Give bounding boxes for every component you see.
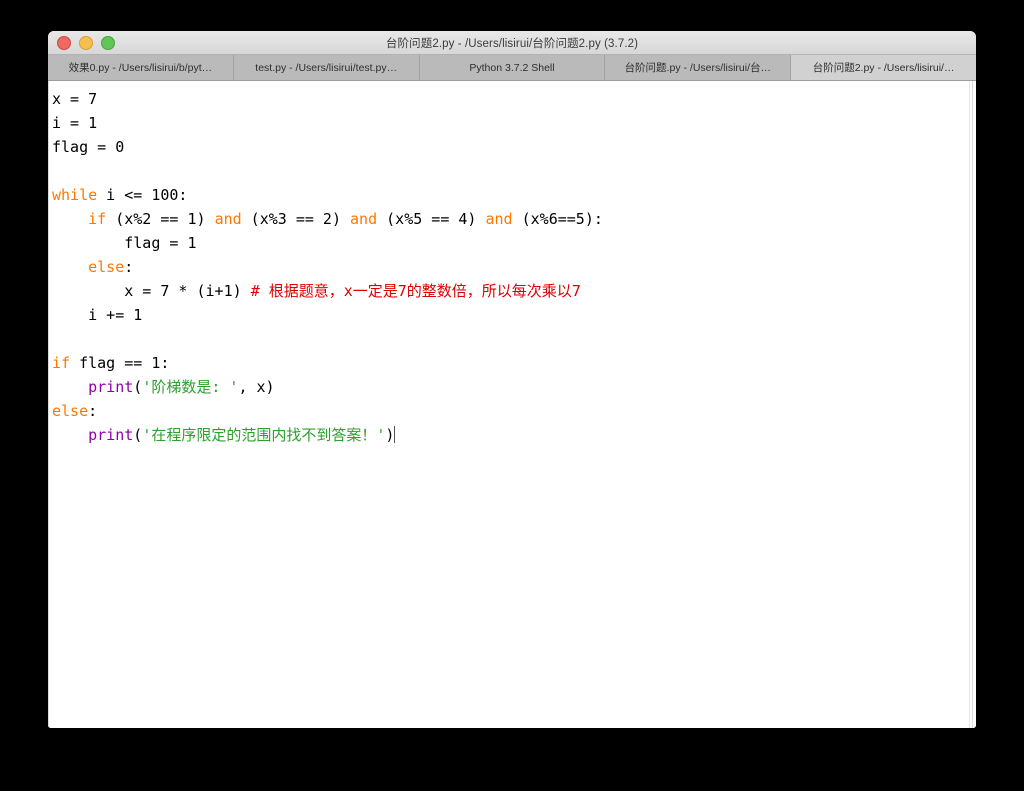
code-line: print('在程序限定的范围内找不到答案！') — [52, 423, 969, 447]
editor-tab-bar: 效果0.py - /Users/lisirui/b/pyt… test.py -… — [48, 55, 976, 81]
code-token-kw: and — [485, 210, 513, 228]
tab-effect0-py[interactable]: 效果0.py - /Users/lisirui/b/pyt… — [48, 55, 234, 80]
code-line: print('阶梯数是: ', x) — [52, 375, 969, 399]
code-line: i = 1 — [52, 111, 969, 135]
tab-label: Python 3.7.2 Shell — [469, 61, 555, 74]
editor-area[interactable]: x = 7i = 1 flag = 0 while i <= 100: if (x… — [48, 81, 976, 728]
code-token-plain: (x%6==5): — [512, 210, 603, 228]
code-token-plain: flag = 0 — [52, 138, 125, 156]
code-token-kw: else — [52, 402, 89, 420]
editor-scrollbar[interactable] — [969, 81, 976, 728]
code-line: flag = 1 — [52, 231, 969, 255]
text-cursor — [394, 426, 396, 443]
window-titlebar[interactable]: 台阶问题2.py - /Users/lisirui/台阶问题2.py (3.7.… — [48, 31, 976, 55]
maximize-button-icon[interactable] — [101, 35, 115, 50]
code-token-plain: ) — [385, 426, 395, 444]
code-token-kw: if — [52, 354, 71, 372]
code-token-cmt: # 根据题意，x一定是7的整数倍，所以每次乘以7 — [250, 282, 581, 300]
tab-label: 台阶问题2.py - /Users/lisirui/… — [812, 62, 955, 74]
close-button-icon[interactable] — [57, 35, 71, 50]
code-token-bi: print — [88, 378, 134, 396]
code-token-plain: flag == 1: — [70, 354, 170, 372]
window-title: 台阶问题2.py - /Users/lisirui/台阶问题2.py (3.7.… — [385, 37, 639, 50]
code-token-plain: (x%3 == 2) — [241, 210, 351, 228]
code-line: x = 7 * (i+1) # 根据题意，x一定是7的整数倍，所以每次乘以7 — [52, 279, 969, 303]
tab-label: 台阶问题.py - /Users/lisirui/台… — [624, 62, 771, 74]
code-line: x = 7 — [52, 87, 969, 111]
code-token-plain: x = 7 — [52, 90, 98, 108]
code-token-plain: (x%2 == 1) — [106, 210, 215, 228]
code-token-plain: i = 1 — [52, 114, 98, 132]
tab-taijie-wenti-py[interactable]: 台阶问题.py - /Users/lisirui/台… — [605, 55, 792, 80]
code-token-str: '阶梯数是: ' — [142, 378, 239, 396]
window-controls — [57, 31, 115, 54]
tab-label: 效果0.py - /Users/lisirui/b/pyt… — [68, 62, 213, 74]
code-line: else: — [52, 255, 969, 279]
code-token-plain: x = 7 * (i+1) — [52, 282, 251, 300]
code-line: i += 1 — [52, 303, 969, 327]
idle-editor-window: 台阶问题2.py - /Users/lisirui/台阶问题2.py (3.7.… — [48, 31, 976, 728]
code-token-plain: i <= 100: — [97, 186, 188, 204]
editor-scroll-track — [972, 81, 973, 728]
tab-test-py[interactable]: test.py - /Users/lisirui/test.py… — [233, 55, 420, 80]
code-token-kw: and — [214, 210, 242, 228]
code-line: if flag == 1: — [52, 351, 969, 375]
code-text[interactable]: x = 7i = 1 flag = 0 while i <= 100: if (x… — [48, 87, 969, 447]
code-token-bi: print — [88, 426, 134, 444]
code-token-plain: , x) — [238, 378, 275, 396]
desktop-background: 台阶问题2.py - /Users/lisirui/台阶问题2.py (3.7.… — [0, 0, 1024, 791]
tab-taijie-wenti2-py[interactable]: 台阶问题2.py - /Users/lisirui/… — [791, 55, 976, 80]
code-token-plain: (x%5 == 4) — [377, 210, 486, 228]
tab-label: test.py - /Users/lisirui/test.py… — [255, 61, 398, 74]
minimize-button-icon[interactable] — [79, 35, 93, 50]
code-token-plain: : — [124, 258, 134, 276]
code-token-plain: flag = 1 — [52, 234, 197, 252]
tab-python-shell[interactable]: Python 3.7.2 Shell — [419, 55, 606, 80]
code-line: flag = 0 — [52, 135, 969, 159]
code-line: while i <= 100: — [52, 183, 969, 207]
code-editor[interactable]: x = 7i = 1 flag = 0 while i <= 100: if (x… — [48, 81, 969, 728]
code-line: if (x%2 == 1) and (x%3 == 2) and (x%5 ==… — [52, 207, 969, 231]
code-token-plain: ( — [133, 378, 143, 396]
code-token-kw: if — [88, 210, 107, 228]
code-token-str: '在程序限定的范围内找不到答案！' — [142, 426, 386, 444]
code-line: else: — [52, 399, 969, 423]
code-token-plain: ( — [133, 426, 143, 444]
code-token-plain: i += 1 — [52, 306, 143, 324]
code-token-plain: : — [88, 402, 98, 420]
code-token-kw: and — [350, 210, 378, 228]
code-token-kw: else — [88, 258, 125, 276]
code-token-kw: while — [52, 186, 98, 204]
